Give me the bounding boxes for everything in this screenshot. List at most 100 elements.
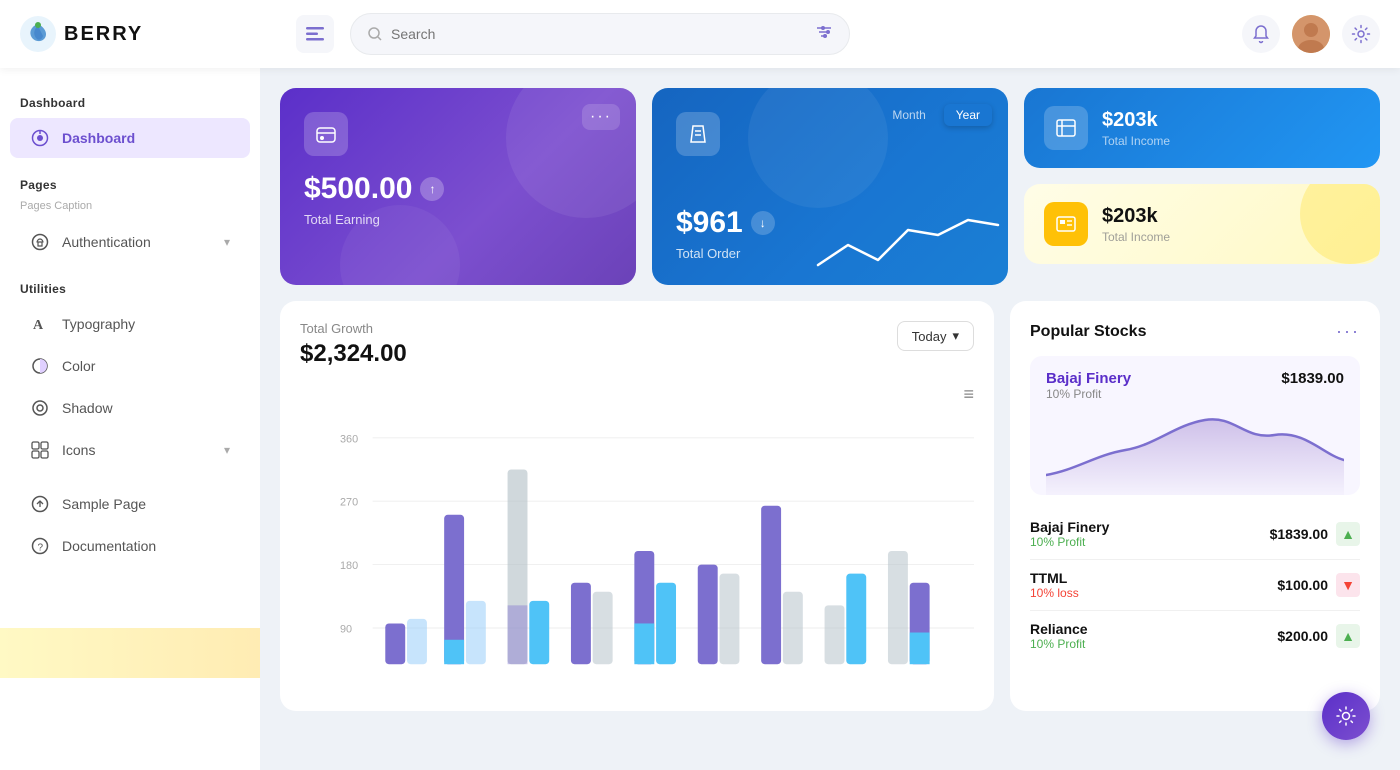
bottom-row: Total Growth $2,324.00 Today ▾ ≡ <box>280 301 1380 711</box>
sidebar-item-color[interactable]: Color <box>10 346 250 386</box>
cards-row: ··· $500.00 ↑ Total Earning Month Year <box>280 88 1380 285</box>
stock-name-reliance: Reliance <box>1030 621 1088 637</box>
month-button[interactable]: Month <box>880 104 937 126</box>
sidebar-item-auth-label: Authentication <box>62 234 212 250</box>
growth-amount: $2,324.00 <box>300 340 407 368</box>
header: BERRY <box>0 0 1400 68</box>
stock-price-ttml: $100.00 <box>1277 577 1328 593</box>
stock-badge-reliance: ▲ <box>1336 624 1360 648</box>
order-wave-chart <box>808 205 1008 285</box>
gear-icon <box>1351 24 1371 44</box>
growth-label: Total Growth <box>300 321 407 336</box>
income-yellow-card: $203k Total Income <box>1024 184 1380 264</box>
hamburger-button[interactable] <box>296 15 334 53</box>
order-card-icon <box>676 112 720 156</box>
sidebar-item-documentation[interactable]: ? Documentation <box>10 526 250 566</box>
sidebar-item-icons[interactable]: Icons ▾ <box>10 430 250 470</box>
header-right <box>1242 15 1380 53</box>
featured-stock-profit: 10% Profit <box>1046 387 1131 401</box>
fab-button[interactable] <box>1322 692 1370 740</box>
sidebar-section-dashboard: Dashboard <box>0 88 260 116</box>
sidebar-item-shadow[interactable]: Shadow <box>10 388 250 428</box>
year-button[interactable]: Year <box>944 104 992 126</box>
logo-text: BERRY <box>64 23 143 46</box>
earning-up-arrow: ↑ <box>420 177 444 201</box>
today-chevron-icon: ▾ <box>952 328 959 344</box>
sidebar-bottom-strip <box>0 628 260 678</box>
stock-price-bajaj: $1839.00 <box>1270 526 1328 542</box>
income-yellow-amount: $203k <box>1102 205 1170 228</box>
sidebar: Dashboard Dashboard Pages Pages Caption … <box>0 68 260 770</box>
income-yellow-label: Total Income <box>1102 230 1170 244</box>
svg-text:A: A <box>33 318 44 333</box>
stock-name-ttml: TTML <box>1030 570 1079 586</box>
stocks-title: Popular Stocks <box>1030 323 1146 341</box>
income-blue-amount: $203k <box>1102 109 1170 132</box>
earning-label: Total Earning <box>304 212 612 227</box>
search-bar <box>350 13 850 55</box>
bar-chart-container: 360 270 180 90 <box>300 411 974 691</box>
logo-icon <box>20 16 56 52</box>
search-icon <box>367 26 383 42</box>
shadow-icon <box>30 398 50 418</box>
stocks-menu-dots[interactable]: ··· <box>1336 321 1360 342</box>
stocks-card: Popular Stocks ··· Bajaj Finery 10% Prof… <box>1010 301 1380 711</box>
icons-chevron-icon: ▾ <box>224 443 230 457</box>
month-year-toggle: Month Year <box>880 104 992 126</box>
main-layout: Dashboard Dashboard Pages Pages Caption … <box>0 68 1400 770</box>
sidebar-item-dashboard[interactable]: Dashboard <box>10 118 250 158</box>
sidebar-item-typography-label: Typography <box>62 316 230 332</box>
stocks-header: Popular Stocks ··· <box>1030 321 1360 342</box>
avatar[interactable] <box>1292 15 1330 53</box>
stock-profit-reliance: 10% Profit <box>1030 637 1088 651</box>
search-input[interactable] <box>391 26 807 42</box>
svg-text:270: 270 <box>340 497 358 509</box>
earning-card-icon <box>304 112 348 156</box>
featured-stock: Bajaj Finery 10% Profit $1839.00 <box>1030 356 1360 495</box>
featured-stock-price: $1839.00 <box>1281 370 1344 387</box>
sidebar-pages-caption: Pages Caption <box>0 198 260 220</box>
stock-name-bajaj: Bajaj Finery <box>1030 519 1109 535</box>
auth-icon <box>30 232 50 252</box>
notification-button[interactable] <box>1242 15 1280 53</box>
bell-icon <box>1251 24 1271 44</box>
auth-chevron-icon: ▾ <box>224 235 230 249</box>
sample-page-icon <box>30 494 50 514</box>
chart-menu-icon[interactable]: ≡ <box>963 384 974 404</box>
icons-icon <box>30 440 50 460</box>
stock-badge-ttml: ▼ <box>1336 573 1360 597</box>
svg-text:360: 360 <box>340 433 358 445</box>
order-card: Month Year $961 ↓ Total Order <box>652 88 1008 285</box>
hamburger-icon <box>306 27 324 41</box>
earning-card-menu[interactable]: ··· <box>582 104 620 130</box>
filter-icon[interactable] <box>815 24 833 45</box>
sidebar-item-icons-label: Icons <box>62 442 212 458</box>
income-yellow-icon <box>1044 202 1088 246</box>
featured-stock-chart <box>1046 405 1344 495</box>
sidebar-item-shadow-label: Shadow <box>62 400 230 416</box>
sidebar-item-sample-page[interactable]: Sample Page <box>10 484 250 524</box>
today-btn-label: Today <box>912 329 947 344</box>
svg-text:180: 180 <box>340 560 358 572</box>
income-blue-label: Total Income <box>1102 134 1170 148</box>
income-blue-card: $203k Total Income <box>1024 88 1380 168</box>
sidebar-item-typography[interactable]: A Typography <box>10 304 250 344</box>
sidebar-item-authentication[interactable]: Authentication ▾ <box>10 222 250 262</box>
logo: BERRY <box>20 16 280 52</box>
sidebar-item-dashboard-label: Dashboard <box>62 130 230 146</box>
earning-card: ··· $500.00 ↑ Total Earning <box>280 88 636 285</box>
today-button[interactable]: Today ▾ <box>897 321 974 351</box>
settings-button[interactable] <box>1342 15 1380 53</box>
sidebar-item-docs-label: Documentation <box>62 538 230 554</box>
stock-item-reliance: Reliance 10% Profit $200.00 ▲ <box>1030 611 1360 661</box>
income-blue-icon <box>1044 106 1088 150</box>
order-down-arrow: ↓ <box>751 211 775 235</box>
color-icon <box>30 356 50 376</box>
stocks-list: Bajaj Finery 10% Profit $1839.00 ▲ TTML … <box>1030 509 1360 661</box>
earning-amount: $500.00 ↑ <box>304 172 612 206</box>
stock-item-ttml: TTML 10% loss $100.00 ▼ <box>1030 560 1360 611</box>
sidebar-section-pages: Pages <box>0 170 260 198</box>
dashboard-icon <box>30 128 50 148</box>
bar-chart: 360 270 180 90 <box>340 411 974 691</box>
growth-card: Total Growth $2,324.00 Today ▾ ≡ <box>280 301 994 711</box>
